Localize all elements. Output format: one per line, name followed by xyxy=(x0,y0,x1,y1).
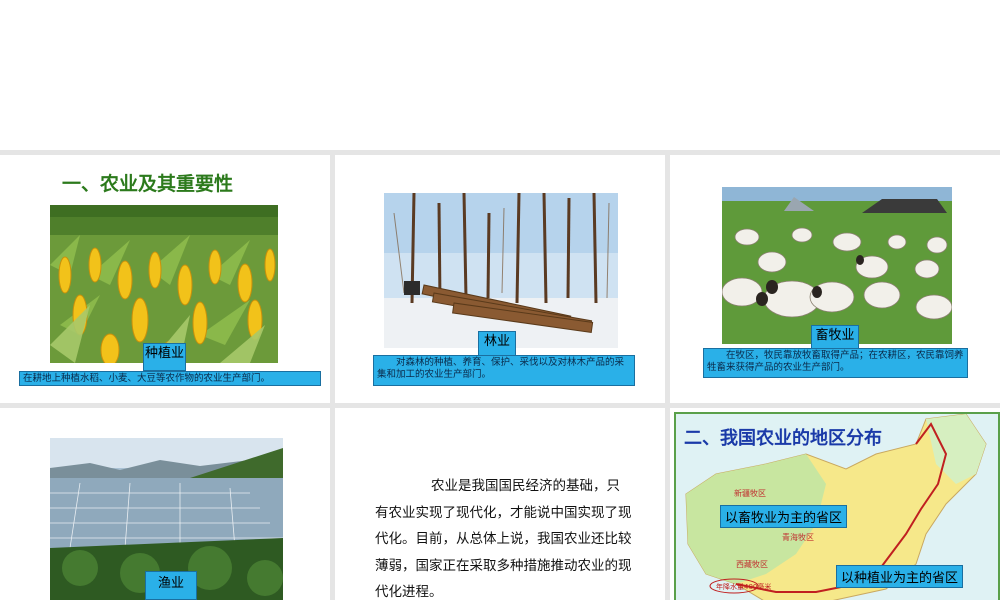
caption-forestry: 对森林的种植、养育、保护、采伐以及对林木产品的采集和加工的农业生产部门。 xyxy=(373,355,635,386)
slide-planting[interactable]: 一、农业及其重要性 种植业 在耕地上种植水稻、小麦、大豆等农作物的农业生产部门。 xyxy=(0,155,330,403)
forest-logging-photo xyxy=(384,193,618,348)
precipitation-line-note: 年降水量400毫米 xyxy=(716,583,772,591)
slide-importance-text[interactable]: 农业是我国国民经济的基础，只有农业实现了现代化，才能说中国实现了现代化。目前，从… xyxy=(335,408,665,600)
region-xizang: 西藏牧区 xyxy=(736,560,768,569)
slide-forestry[interactable]: 林业 对森林的种植、养育、保护、采伐以及对林木产品的采集和加工的农业生产部门。 xyxy=(335,155,665,403)
slide-fishery[interactable]: 渔业 xyxy=(0,408,330,600)
china-agriculture-map: 二、我国农业的地区分布 新疆牧区 青海牧区 西藏牧区 年降水量400毫米 以畜牧… xyxy=(674,412,1000,600)
region-qinghai: 青海牧区 xyxy=(782,533,814,542)
map-title: 二、我国农业的地区分布 xyxy=(684,428,882,449)
slide-grid: 一、农业及其重要性 种植业 在耕地上种植水稻、小麦、大豆等农作物的农业生产部门。… xyxy=(0,150,1000,600)
tag-fishery: 渔业 xyxy=(145,571,197,600)
caption-husbandry: 在牧区，牧民靠放牧畜取得产品；在农耕区，农民靠饲养牲畜来获得产品的农业生产部门。 xyxy=(703,348,968,378)
section-title-agriculture: 一、农业及其重要性 xyxy=(62,173,234,195)
slide-distribution-map[interactable]: 二、我国农业的地区分布 新疆牧区 青海牧区 西藏牧区 年降水量400毫米 以畜牧… xyxy=(670,408,1000,600)
corn-field-photo xyxy=(50,205,278,363)
sheep-pasture-photo xyxy=(722,187,952,344)
tag-planting: 种植业 xyxy=(143,343,186,371)
tag-forestry: 林业 xyxy=(478,331,516,357)
tag-husbandry: 畜牧业 xyxy=(811,325,859,349)
region-xinjiang: 新疆牧区 xyxy=(734,489,766,498)
label-pastoral-provinces: 以畜牧业为主的省区 xyxy=(720,505,848,528)
caption-planting: 在耕地上种植水稻、小麦、大豆等农作物的农业生产部门。 xyxy=(19,371,321,386)
importance-paragraph: 农业是我国国民经济的基础，只有农业实现了现代化，才能说中国实现了现代化。目前，从… xyxy=(375,478,632,600)
label-planting-provinces: 以种植业为主的省区 xyxy=(836,565,964,588)
slide-husbandry[interactable]: 畜牧业 在牧区，牧民靠放牧畜取得产品；在农耕区，农民靠饲养牲畜来获得产品的农业生… xyxy=(670,155,1000,403)
